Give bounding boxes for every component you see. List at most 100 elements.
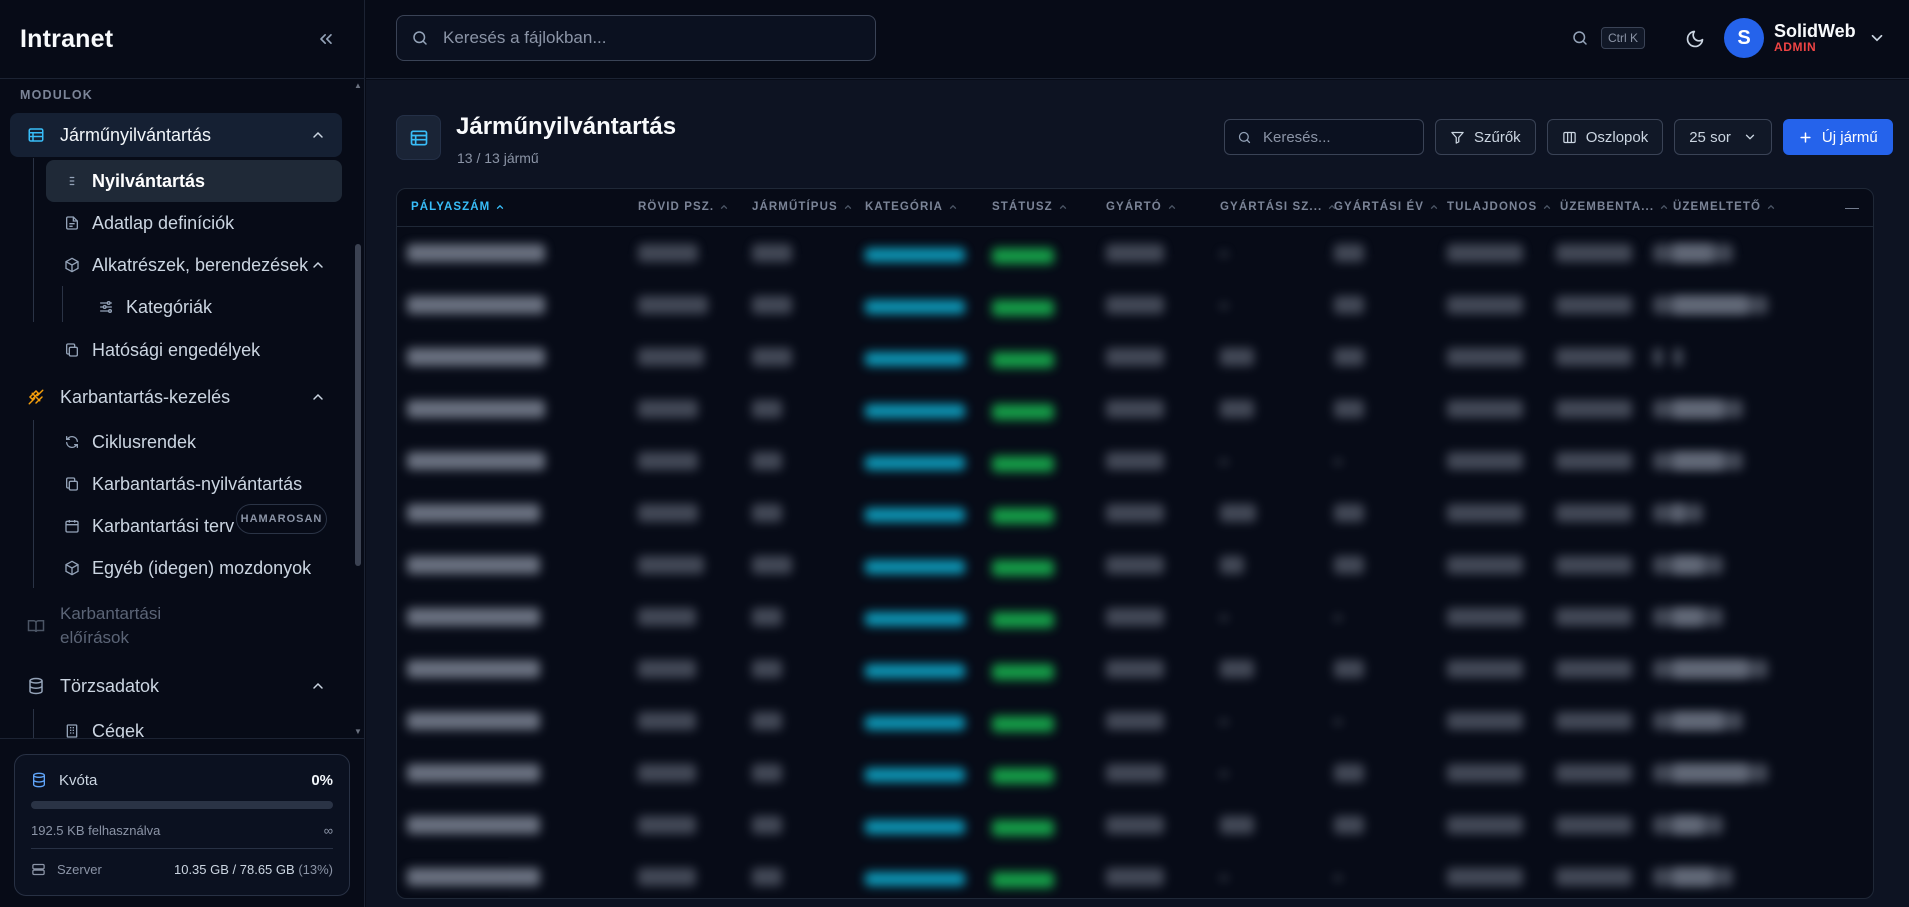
sort-arrow-icon[interactable] [1167,202,1177,212]
table-row[interactable] [397,592,1873,644]
redacted-cell [1447,816,1523,834]
redacted-cell [992,872,1054,888]
columns-button[interactable]: Oszlopok [1546,119,1664,155]
table-row[interactable] [397,280,1873,332]
sidebar-group-jarmunyilvantartas[interactable]: Járműnyilvántartás [10,113,342,157]
table-row[interactable] [397,696,1873,748]
file-search-box[interactable] [396,15,876,61]
column-header-label: STÁTUSZ [992,201,1053,213]
column-header[interactable]: ÜZEMBENTA... [1560,201,1669,213]
sidebar-item-hatosagi-engedelyek[interactable]: Hatósági engedélyek [46,329,342,371]
sort-arrow-icon[interactable] [1542,202,1552,212]
table-row[interactable] [397,800,1873,852]
redacted-cell [752,712,782,730]
column-header[interactable]: TULAJDONOS [1447,201,1552,213]
redacted-cell [1106,608,1164,626]
redacted-cell [407,400,545,418]
cube-icon [62,255,82,275]
column-header[interactable]: GYÁRTÁSI ÉV [1334,201,1439,213]
sidebar-item-karbantartas-nyilvantartas[interactable]: Karbantartás-nyilvántartás [46,463,342,505]
command-search-button[interactable]: Ctrl K [1571,27,1645,49]
sidebar-item-egyeb-mozdonyok[interactable]: Egyéb (idegen) mozdonyok [46,547,342,589]
sort-arrow-icon[interactable] [1058,202,1068,212]
table-row[interactable] [397,332,1873,384]
redacted-cell [752,400,782,418]
chevron-up-icon[interactable] [308,255,328,275]
table-row[interactable] [397,436,1873,488]
table-header: — PÁLYASZÁM RÖVID PSZ. JÁRMŰTÍPUS KATEGÓRIA… [397,189,1873,227]
table-search-input[interactable] [1263,128,1423,146]
theme-toggle-button[interactable] [1684,28,1706,50]
chevron-up-icon[interactable] [308,125,328,145]
sidebar-group-karbantartas-kezeles[interactable]: Karbantartás-kezelés [10,375,342,419]
redacted-cell [1220,720,1228,724]
user-menu[interactable]: S SolidWeb ADMIN [1724,18,1888,58]
sidebar-item-kategoriak[interactable]: Kategóriák [96,287,212,327]
column-header[interactable]: RÖVID PSZ. [638,201,729,213]
redacted-cell [1334,720,1342,724]
column-header-label: GYÁRTÓ [1106,201,1162,213]
redacted-cell [1673,556,1723,574]
redacted-cell [638,764,696,782]
sort-arrow-icon[interactable] [1659,202,1669,212]
redacted-cell [407,764,540,782]
redacted-cell [638,400,698,418]
sidebar-item-alkatreszek[interactable]: Alkatrészek, berendezések [46,244,342,286]
sort-arrow-icon[interactable] [948,202,958,212]
sidebar-divider [0,738,364,739]
sidebar-item-label: Kategóriák [126,296,213,317]
redacted-cell [1556,868,1632,886]
table-row[interactable] [397,540,1873,592]
column-header[interactable]: GYÁRTÁSI SZ... [1220,201,1337,213]
table-row[interactable] [397,384,1873,436]
redacted-cell [752,452,782,470]
sort-arrow-icon[interactable] [1766,202,1776,212]
sidebar-item-ciklusrendek[interactable]: Ciklusrendek [46,421,342,463]
server-label: Szerver [57,861,102,877]
table-row[interactable] [397,488,1873,540]
scroll-down-arrow-icon[interactable]: ▼ [354,728,362,736]
chevron-up-icon[interactable] [308,387,328,407]
column-header[interactable]: KATEGÓRIA [865,201,958,213]
chevron-up-icon[interactable] [308,676,328,696]
redacted-cell [1673,348,1683,366]
rows-per-page-select[interactable]: 25 sor [1674,119,1772,155]
collapse-sidebar-button[interactable] [314,27,338,51]
column-header-label: RÖVID PSZ. [638,201,715,213]
column-header[interactable]: JÁRMŰTÍPUS [752,201,853,213]
column-header[interactable]: STÁTUSZ [992,201,1068,213]
column-header[interactable]: ÜZEMELTETŐ [1673,201,1776,213]
scroll-up-arrow-icon[interactable]: ▲ [354,82,362,90]
sidebar-item-adatlap-definiciok[interactable]: Adatlap definíciók [46,202,342,244]
table-list-icon [410,130,427,145]
sidebar-item-cegek[interactable]: Cégek [46,710,342,738]
sidebar-item-nyilvantartas[interactable]: Nyilvántartás [46,160,342,202]
sort-arrow-icon[interactable] [719,202,729,212]
sort-arrow-icon[interactable] [495,202,505,212]
redacted-cell [1334,296,1364,314]
redacted-cell [1673,296,1768,314]
table-row[interactable] [397,228,1873,280]
column-header[interactable]: PÁLYASZÁM [411,201,505,213]
sidebar-group-torzsadatok[interactable]: Törzsadatok [10,664,342,708]
user-name: SolidWeb [1774,20,1856,41]
column-header[interactable]: GYÁRTÓ [1106,201,1177,213]
sidebar-scrollbar[interactable]: ▲ ▼ [354,82,362,736]
sort-arrow-icon[interactable] [843,202,853,212]
column-menu-icon[interactable]: — [1845,199,1859,215]
table-row[interactable] [397,748,1873,800]
table-row[interactable] [397,852,1873,898]
scrollbar-thumb[interactable] [355,244,361,566]
chevron-down-icon[interactable] [1868,28,1888,48]
redacted-cell [1556,348,1632,366]
table-search-box[interactable] [1224,119,1424,155]
copy-icon [62,340,82,360]
new-vehicle-button[interactable]: Új jármű [1782,119,1893,155]
table-row[interactable] [397,644,1873,696]
file-search-input[interactable] [443,28,875,48]
filters-button[interactable]: Szűrők [1435,119,1536,155]
redacted-cell [752,608,782,626]
sort-arrow-icon[interactable] [1429,202,1439,212]
column-header-label: TULAJDONOS [1447,201,1538,213]
redacted-cell [1334,764,1364,782]
